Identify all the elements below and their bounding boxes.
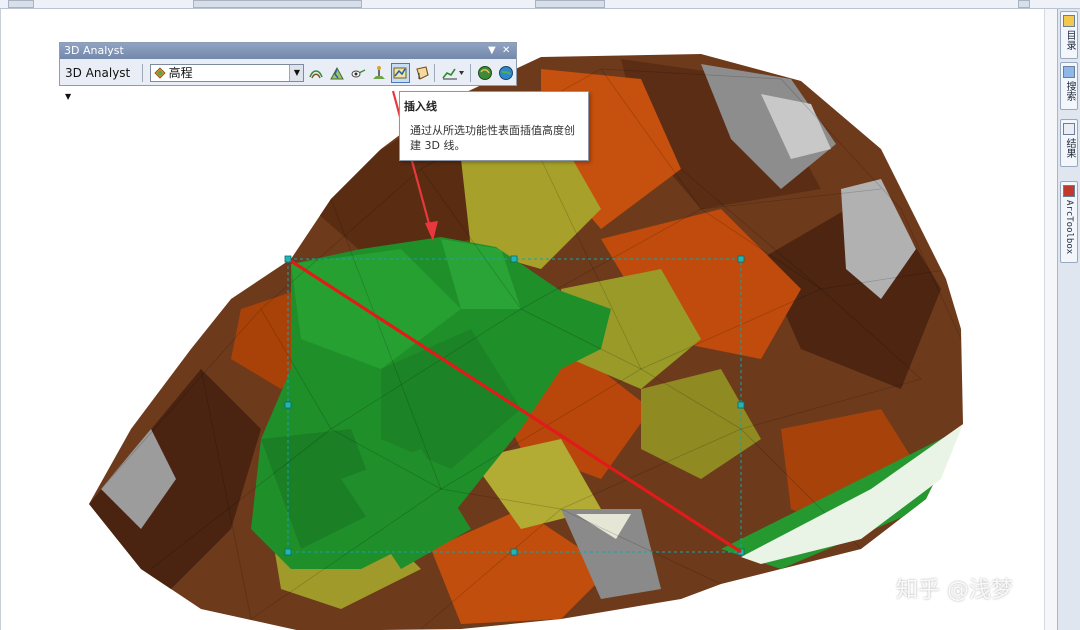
selection-handle[interactable] [284, 401, 292, 409]
toolbar-titlebar[interactable]: 3D Analyst ▼ ✕ [60, 43, 516, 59]
steepest-path-button[interactable] [328, 63, 347, 83]
contour-tool-icon [309, 70, 323, 79]
analyst-menu-label: 3D Analyst [65, 66, 131, 80]
tooltip-description: 通过从所选功能性表面插值高度创建 3D 线。 [410, 124, 575, 152]
layer-select-value: 高程 [168, 66, 193, 80]
selection-handle[interactable] [737, 255, 745, 263]
profile-graph-icon [442, 68, 465, 80]
interpolate-point-icon [373, 66, 386, 79]
line-of-sight-icon [351, 69, 366, 78]
watermark-text: 知乎 @浅梦 [896, 578, 1013, 603]
3d-analyst-toolbar[interactable]: 3D Analyst ▼ ✕ 3D Analyst ▼ 高程 ▼ [59, 42, 517, 101]
interpolate-point-button[interactable] [370, 63, 389, 83]
dock-tab-label: 结果 [1064, 138, 1075, 158]
selection-handle[interactable] [284, 548, 292, 556]
right-dock-panel: 目录 搜索 结果 ArcToolbox [1057, 9, 1080, 630]
search-icon [1063, 66, 1075, 78]
results-icon [1063, 123, 1075, 135]
wechat-logo-icon [869, 576, 893, 594]
dock-tab-label: ArcToolbox [1064, 200, 1074, 255]
interpolate-polygon-button[interactable] [412, 63, 431, 83]
dock-tab-label: 搜索 [1064, 81, 1075, 101]
map-scrollbar[interactable] [1044, 9, 1057, 630]
dock-tab-arctoolbox[interactable]: ArcToolbox [1060, 181, 1078, 263]
toolbar-separator [434, 64, 436, 82]
watermark: 知乎 @浅梦 [866, 566, 1056, 603]
toolbar-separator [141, 64, 143, 82]
interpolate-line-icon [393, 67, 407, 79]
steepest-path-icon [330, 66, 344, 80]
dock-tab-label: 目录 [1064, 30, 1075, 50]
toolbar-title: 3D Analyst [64, 44, 124, 57]
arcscene-button[interactable] [476, 63, 495, 83]
profile-graph-button[interactable] [440, 63, 467, 83]
chevron-down-icon: ▼ [65, 92, 72, 101]
app-toolbar-strip [0, 0, 1080, 9]
arcglobe-button[interactable] [497, 63, 516, 83]
arcscene-icon [478, 66, 493, 80]
tin-layer-icon [154, 67, 166, 79]
dock-tab-search[interactable]: 搜索 [1060, 62, 1078, 110]
tool-tooltip: 插入线 通过从所选功能性表面插值高度创建 3D 线。 [399, 91, 589, 161]
selection-handle[interactable] [510, 548, 518, 556]
layer-select[interactable]: 高程 ▼ [149, 64, 305, 82]
selection-handle[interactable] [737, 401, 745, 409]
selection-handle[interactable] [284, 255, 292, 263]
toolbox-icon [1063, 185, 1075, 197]
interpolate-line-button[interactable] [390, 63, 411, 83]
analyst-dropdown-menu[interactable]: 3D Analyst ▼ [62, 63, 139, 101]
contour-tool-button[interactable] [306, 63, 325, 83]
catalog-icon [1063, 15, 1075, 27]
dock-tab-results[interactable]: 结果 [1060, 119, 1078, 167]
close-icon[interactable]: ✕ [502, 43, 510, 59]
dock-tab-catalog[interactable]: 目录 [1060, 11, 1078, 59]
arcglobe-icon [499, 66, 514, 80]
tooltip-title: 插入线 [404, 100, 437, 113]
chevron-down-icon[interactable]: ▼ [289, 65, 304, 81]
interpolate-polygon-icon [415, 66, 429, 80]
toolbar-options-icon[interactable]: ▼ [488, 43, 496, 59]
toolbar-separator [469, 64, 471, 82]
line-of-sight-button[interactable] [349, 63, 368, 83]
selection-handle[interactable] [510, 255, 518, 263]
